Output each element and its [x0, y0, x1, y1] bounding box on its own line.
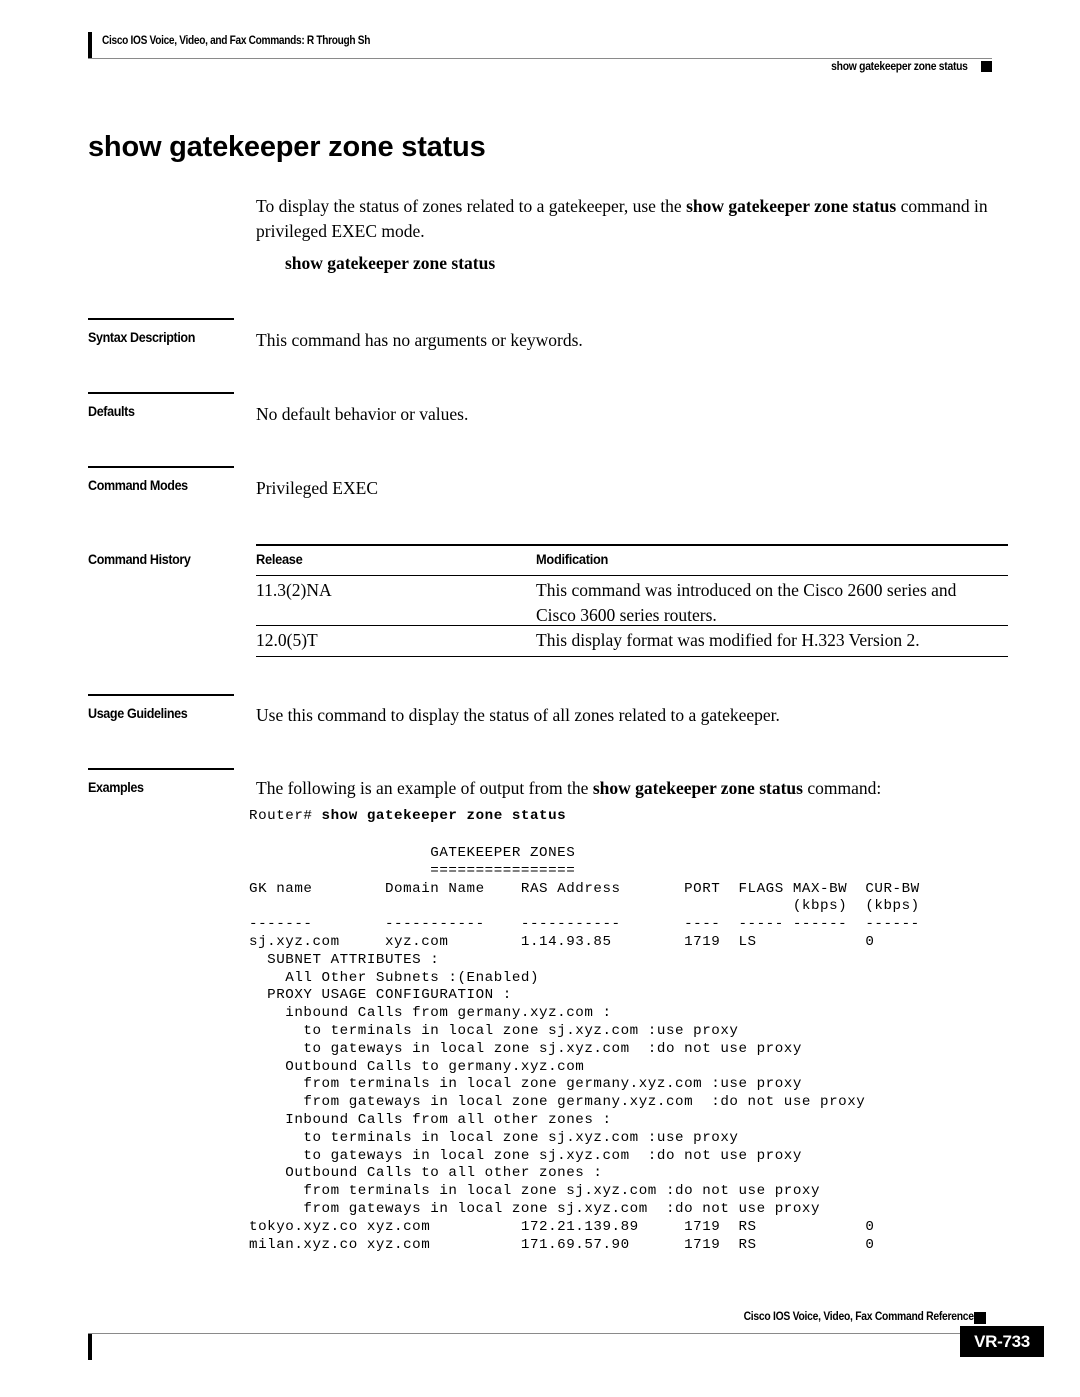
example-output-line: GK name Domain Name RAS Address PORT FLA…: [249, 880, 920, 897]
syntax-description-rule: [88, 318, 234, 320]
header-left-tab-mark: [88, 32, 92, 58]
example-prompt-line: Router# show gatekeeper zone status: [249, 808, 566, 826]
header-divider-rule: [88, 58, 992, 59]
example-prompt: Router#: [249, 808, 322, 824]
example-output-line: to terminals in local zone sj.xyz.com :u…: [249, 1023, 739, 1039]
command-history-release-0: 11.3(2)NA: [256, 580, 332, 600]
command-history-row-rule-0: [256, 625, 1008, 626]
command-modes-rule: [88, 466, 234, 468]
defaults-rule: [88, 392, 234, 394]
header-chapter-title: Cisco IOS Voice, Video, and Fax Commands…: [102, 35, 371, 47]
footer-square-mark: [974, 1312, 986, 1324]
example-output-line: (kbps) (kbps): [249, 898, 920, 915]
example-output-line: SUBNET ATTRIBUTES :: [249, 951, 440, 968]
command-history-modification-0-line2: Cisco 3600 series routers.: [536, 605, 717, 625]
examples-intro-paragraph: The following is an example of output fr…: [256, 776, 1008, 801]
examples-intro-suffix: command:: [802, 778, 882, 798]
footer-left-tab-mark: [88, 1334, 92, 1360]
examples-intro-prefix: The following is an example of output fr…: [256, 778, 593, 798]
section-label-syntax-description: Syntax Description: [88, 330, 196, 345]
example-output-line: tokyo.xyz.co xyz.com 172.21.139.89 1719 …: [249, 1218, 875, 1235]
defaults-text: No default behavior or values.: [256, 404, 469, 424]
command-history-modification-0-line1: This command was introduced on the Cisco…: [536, 580, 957, 600]
example-output-line: from gateways in local zone sj.xyz.com :…: [249, 1201, 821, 1217]
examples-intro-bold-command: show gatekeeper zone status: [592, 778, 803, 798]
header-command-name: show gatekeeper zone status: [831, 61, 968, 73]
example-output-line: Outbound Calls to germany.xyz.com: [249, 1058, 585, 1075]
footer-page-number: VR-733: [960, 1326, 1044, 1357]
example-output-line: milan.xyz.co xyz.com 171.69.57.90 1719 R…: [249, 1236, 875, 1253]
command-history-header-rule: [256, 575, 1008, 576]
example-prompt-command: show gatekeeper zone status: [321, 808, 567, 824]
section-label-usage-guidelines: Usage Guidelines: [88, 706, 188, 721]
example-output-line: to gateways in local zone sj.xyz.com :do…: [249, 1147, 802, 1164]
example-output-line: to terminals in local zone sj.xyz.com :u…: [249, 1129, 739, 1146]
command-history-modification-0: This command was introduced on the Cisco…: [536, 578, 1008, 628]
example-output-line: Outbound Calls to all other zones :: [249, 1165, 603, 1182]
footer-divider-rule: [88, 1333, 992, 1334]
example-output-line: sj.xyz.com xyz.com 1.14.93.85 1719 LS 0: [249, 934, 875, 950]
command-history-release-1: 12.0(5)T: [256, 630, 318, 650]
document-page: Cisco IOS Voice, Video, and Fax Commands…: [0, 0, 1080, 1397]
example-output-line: to gateways in local zone sj.xyz.com :do…: [249, 1040, 802, 1057]
example-output-line: ------- ----------- ----------- ---- ---…: [249, 916, 920, 933]
example-output-line: PROXY USAGE CONFIGURATION :: [249, 987, 512, 1004]
command-history-col-release: Release: [256, 552, 303, 567]
example-output-line: from terminals in local zone sj.xyz.com …: [249, 1183, 821, 1200]
command-modes-text: Privileged EXEC: [256, 478, 378, 498]
usage-guidelines-rule: [88, 694, 234, 696]
example-output-line: inbound Calls from germany.xyz.com :: [249, 1005, 612, 1022]
section-label-defaults: Defaults: [88, 404, 135, 419]
section-label-examples: Examples: [88, 780, 144, 795]
example-output-line: Inbound Calls from all other zones :: [249, 1112, 612, 1128]
usage-guidelines-text: Use this command to display the status o…: [256, 705, 780, 725]
example-output-line: All Other Subnets :(Enabled): [249, 969, 540, 986]
example-output-line: GATEKEEPER ZONES: [249, 845, 576, 861]
running-header: Cisco IOS Voice, Video, and Fax Commands…: [88, 32, 992, 78]
section-label-command-modes: Command Modes: [88, 478, 188, 493]
syntax-description-text: This command has no arguments or keyword…: [256, 330, 583, 350]
example-output-line: from terminals in local zone germany.xyz…: [249, 1076, 802, 1093]
command-history-modification-1: This display format was modified for H.3…: [536, 630, 920, 650]
section-label-command-history: Command History: [88, 552, 191, 567]
intro-prefix: To display the status of zones related t…: [256, 196, 687, 216]
intro-bold-command: show gatekeeper zone status: [686, 196, 897, 216]
page-title: show gatekeeper zone status: [88, 131, 486, 163]
command-history-col-modification: Modification: [536, 552, 609, 567]
command-history-bottom-rule: [256, 656, 1008, 657]
command-intro-paragraph: To display the status of zones related t…: [256, 194, 1014, 244]
header-square-mark: [981, 61, 992, 72]
command-syntax-line: show gatekeeper zone status: [285, 253, 496, 273]
examples-rule: [88, 768, 234, 770]
example-output-line: ================: [249, 862, 576, 879]
footer-reference-title: Cisco IOS Voice, Video, Fax Command Refe…: [743, 1311, 974, 1323]
example-output-line: from gateways in local zone germany.xyz.…: [249, 1094, 866, 1111]
command-history-top-rule: [256, 544, 1008, 546]
